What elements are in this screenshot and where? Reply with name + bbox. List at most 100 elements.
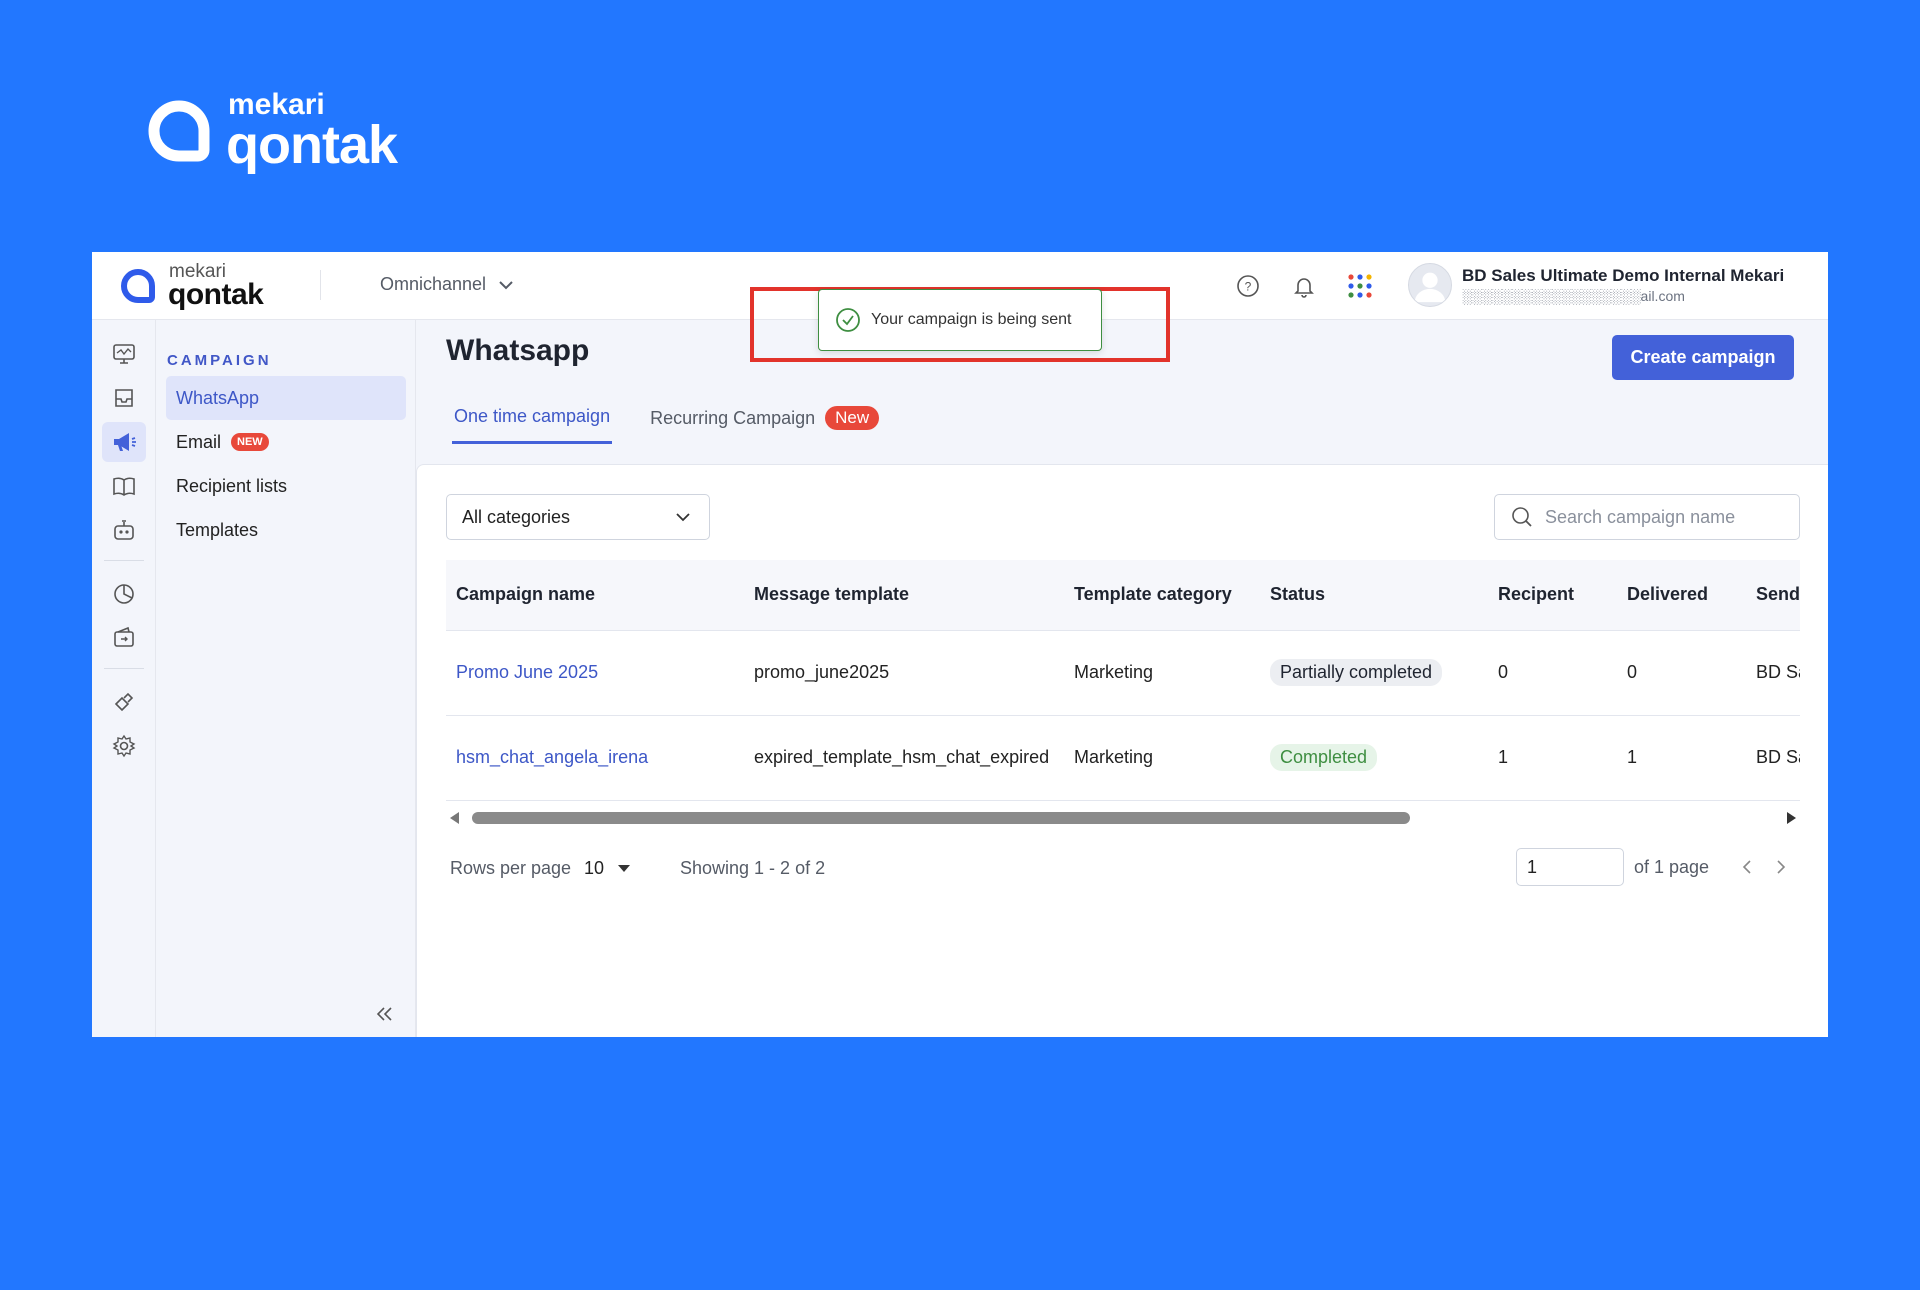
column-header[interactable]: Template category bbox=[1064, 560, 1260, 631]
tab-recurring-campaign[interactable]: Recurring Campaign New bbox=[648, 400, 881, 444]
status-badge: Partially completed bbox=[1270, 659, 1443, 686]
book-icon[interactable] bbox=[102, 466, 146, 506]
table-cell: Marketing bbox=[1064, 715, 1260, 801]
sidebar-item-email[interactable]: Email NEW bbox=[166, 420, 406, 464]
status-badge: Completed bbox=[1270, 744, 1378, 771]
topbar-divider bbox=[320, 270, 321, 300]
table-cell: promo_june2025 bbox=[744, 630, 1064, 716]
sidebar-item-label: Recipient lists bbox=[176, 475, 288, 496]
next-page-icon[interactable] bbox=[1770, 856, 1792, 878]
table-cell: 1 bbox=[1488, 715, 1617, 801]
tab-one-time-campaign[interactable]: One time campaign bbox=[452, 400, 613, 444]
campaign-table: Campaign name Message template Template … bbox=[446, 560, 1800, 801]
app-grid-icon[interactable] bbox=[1344, 270, 1376, 302]
table-cell: 1 bbox=[1617, 715, 1746, 801]
rail-divider bbox=[104, 668, 144, 669]
user-menu[interactable]: BD Sales Ultimate Demo Internal Mekari ░… bbox=[1408, 263, 1784, 307]
avatar bbox=[1408, 263, 1452, 307]
toast-message: Your campaign is being sent bbox=[871, 311, 1072, 328]
help-icon[interactable]: ? bbox=[1232, 270, 1264, 302]
scroll-right-icon[interactable] bbox=[1787, 812, 1796, 824]
sidebar-item-whatsapp[interactable]: WhatsApp bbox=[166, 376, 406, 420]
inbox-icon[interactable] bbox=[102, 378, 146, 418]
toast-notification: Your campaign is being sent bbox=[818, 289, 1102, 351]
analytics-pie-icon[interactable] bbox=[102, 574, 146, 614]
tab-label: One time campaign bbox=[454, 406, 611, 426]
brand-logo: mekari qontak bbox=[148, 90, 398, 175]
caret-down-icon bbox=[618, 865, 631, 872]
search-input[interactable] bbox=[1545, 506, 1785, 528]
table-cell: Marketing bbox=[1064, 630, 1260, 716]
new-badge: New bbox=[825, 406, 880, 430]
search-box[interactable] bbox=[1494, 494, 1800, 540]
category-select-value: All categories bbox=[462, 506, 571, 527]
user-name: BD Sales Ultimate Demo Internal Mekari bbox=[1462, 266, 1785, 285]
bot-icon[interactable] bbox=[102, 510, 146, 550]
collapse-submenu-icon[interactable] bbox=[370, 1000, 398, 1028]
bell-icon[interactable] bbox=[1288, 270, 1320, 302]
rows-per-page-value: 10 bbox=[584, 858, 605, 878]
column-header[interactable]: Sender bbox=[1746, 560, 1800, 631]
sidebar-item-label: WhatsApp bbox=[176, 387, 260, 408]
sidebar-item-label: Email bbox=[176, 431, 222, 452]
user-icon bbox=[1414, 272, 1446, 303]
category-select[interactable]: All categories bbox=[446, 494, 710, 540]
chevron-down-icon bbox=[676, 513, 690, 522]
campaign-megaphone-icon[interactable] bbox=[102, 422, 146, 462]
qontak-logo-icon bbox=[148, 100, 210, 162]
wallet-icon[interactable] bbox=[102, 618, 146, 658]
search-icon bbox=[1512, 507, 1532, 527]
campaign-tabs: One time campaign Recurring Campaign New bbox=[452, 400, 917, 444]
rail-divider bbox=[104, 560, 144, 561]
gear-icon[interactable] bbox=[102, 726, 146, 766]
column-header[interactable]: Campaign name bbox=[446, 560, 744, 631]
table-row[interactable]: hsm_chat_angela_irena expired_template_h… bbox=[446, 715, 1800, 801]
column-header[interactable]: Delivered bbox=[1617, 560, 1746, 631]
app-logo[interactable]: mekari qontak bbox=[120, 262, 264, 311]
rows-per-page-label: Rows per page bbox=[450, 858, 572, 878]
column-header[interactable]: Status bbox=[1260, 560, 1488, 631]
new-badge: NEW bbox=[231, 433, 269, 451]
pagination: Rows per page 10 Showing 1 - 2 of 2 of 1… bbox=[450, 848, 1800, 888]
sidebar-item-templates[interactable]: Templates bbox=[166, 508, 406, 552]
topbar-actions: ? bbox=[1232, 270, 1400, 302]
sidebar-item-label: Templates bbox=[176, 519, 259, 540]
qontak-logo-icon bbox=[121, 268, 155, 303]
page-number-input[interactable] bbox=[1516, 848, 1624, 886]
tab-label: Recurring Campaign bbox=[650, 407, 816, 428]
prev-page-icon[interactable] bbox=[1736, 856, 1758, 878]
brand-big: qontak bbox=[226, 115, 398, 175]
submenu-heading: CAMPAIGN bbox=[167, 352, 272, 369]
table-header-row: Campaign name Message template Template … bbox=[446, 560, 1800, 631]
showing-range: Showing 1 - 2 of 2 bbox=[680, 858, 826, 878]
table-cell: 0 bbox=[1617, 630, 1746, 716]
check-circle-icon bbox=[836, 308, 860, 332]
table-cell: BD Sales bbox=[1746, 715, 1800, 801]
app-logo-big: qontak bbox=[168, 278, 264, 311]
campaign-name-link[interactable]: hsm_chat_angela_irena bbox=[456, 747, 648, 767]
campaign-name-link[interactable]: Promo June 2025 bbox=[456, 662, 598, 682]
chevron-down-icon bbox=[499, 280, 513, 289]
table-cell: 0 bbox=[1488, 630, 1617, 716]
column-header[interactable]: Message template bbox=[744, 560, 1064, 631]
campaign-submenu: CAMPAIGN WhatsApp Email NEW Recipient li… bbox=[156, 320, 416, 1037]
svg-text:?: ? bbox=[1245, 280, 1252, 294]
product-label: Omnichannel bbox=[380, 274, 487, 294]
product-switcher[interactable]: Omnichannel bbox=[380, 274, 514, 295]
scrollbar-thumb[interactable] bbox=[472, 812, 1410, 824]
icon-rail bbox=[92, 320, 156, 1037]
page-title: Whatsapp bbox=[446, 334, 590, 367]
column-header[interactable]: Recipent bbox=[1488, 560, 1617, 631]
table-row[interactable]: Promo June 2025 promo_june2025 Marketing… bbox=[446, 630, 1800, 716]
rows-per-page-select[interactable]: 10 bbox=[584, 858, 631, 879]
sidebar-item-recipient-lists[interactable]: Recipient lists bbox=[166, 464, 406, 508]
page-count-label: of 1 page bbox=[1634, 857, 1710, 877]
create-campaign-button[interactable]: Create campaign bbox=[1612, 335, 1794, 380]
user-email: ░░░░░░░░░░░░░░░░░░ail.com bbox=[1462, 288, 1685, 304]
campaign-table-wrap: Campaign name Message template Template … bbox=[446, 560, 1800, 806]
table-cell: expired_template_hsm_chat_expired bbox=[744, 715, 1064, 801]
integration-icon[interactable] bbox=[102, 682, 146, 722]
horizontal-scrollbar[interactable] bbox=[446, 806, 1800, 830]
scroll-left-icon[interactable] bbox=[450, 812, 459, 824]
dashboard-icon[interactable] bbox=[102, 334, 146, 374]
